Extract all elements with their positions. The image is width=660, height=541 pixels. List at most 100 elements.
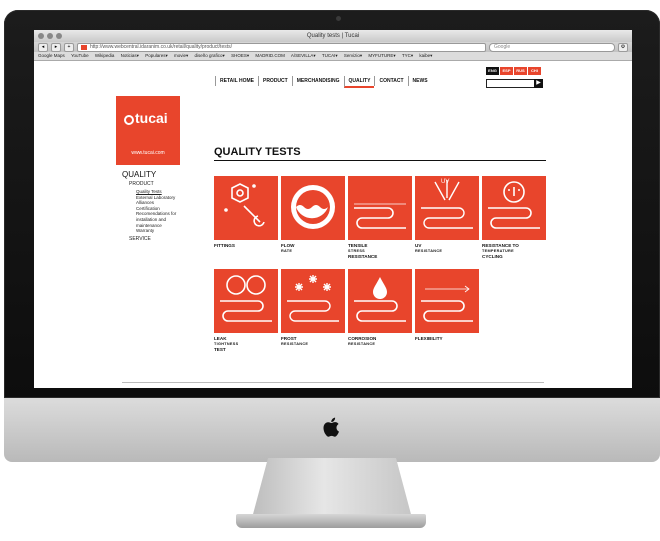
tile-corrosion-resistance[interactable] [348,269,412,333]
tile-fittings[interactable] [214,176,278,240]
tile-subtitle: CYCLING [482,254,503,260]
logo-wordmark: tucai [124,110,168,126]
tensile-stress-icon [354,203,406,229]
monitor-bezel: Quality tests | Tucai ◂ ▸ + http://www.w… [4,10,660,398]
tile-caption: RESISTANCE TO TEMPERATURE CYCLING [482,243,550,260]
site-search-button[interactable]: ▶ [534,79,543,88]
nav-quality[interactable]: QUALITY [343,76,375,88]
uv-resistance-icon [421,180,473,229]
title-divider [214,160,546,161]
logo-url: www.tucai.com [131,150,165,156]
nav-product[interactable]: PRODUCT [257,76,292,86]
window-controls [38,33,62,39]
sidebar-item-warranty[interactable]: Warranty [136,228,192,234]
tile-title: FLEXIBILITY [415,336,443,341]
bookmark-item[interactable]: diseño grafico▾ [195,53,225,58]
nav-news[interactable]: NEWS [407,76,432,86]
title-bar: Quality tests | Tucai [34,30,632,42]
zoom-window-button[interactable] [56,33,62,39]
bookmark-item[interactable]: SHOES▾ [231,53,249,58]
tile-uv-resistance[interactable]: UV [415,176,479,240]
footer-divider [122,382,544,383]
nav-retail-home[interactable]: RETAIL HOME [215,76,258,86]
bookmark-item[interactable]: Wikipedia [95,53,115,58]
page-title: QUALITY TESTS [214,146,301,158]
lang-chi[interactable]: CHI [528,67,541,75]
bookmark-item[interactable]: Populares▾ [145,53,168,58]
tile-subtitle: RESISTANCE [348,254,378,260]
tile-subtitle: RESISTANCE [415,248,443,253]
tile-title: FITTINGS [214,243,235,248]
tile-caption: FLEXIBILITY [415,336,483,342]
apple-logo-icon [323,417,339,437]
bookmark-item[interactable]: Google Maps [38,53,65,58]
back-button[interactable]: ◂ [38,42,48,52]
bookmark-item[interactable]: Servizio▾ [344,53,362,58]
tile-caption: FLOW RATE [281,243,349,254]
frost-resistance-icon [287,275,339,322]
tile-caption: TENSILE STRESS RESISTANCE [348,243,416,260]
close-window-button[interactable] [38,33,44,39]
monitor-stand [252,458,412,518]
web-page: RETAIL HOME PRODUCT MERCHANDISING QUALIT… [34,60,632,388]
tucai-logo[interactable]: tucai www.tucai.com [116,96,180,165]
bookmark-item[interactable]: YouTube [71,53,89,58]
sidebar-section-product[interactable]: PRODUCT [129,181,192,187]
sidebar: QUALITY PRODUCT Quality Tests External L… [122,170,192,242]
settings-gear-icon[interactable]: ⚙ [618,42,628,52]
bookmark-item[interactable]: A/SEVILLA▾ [291,53,316,58]
tile-caption: LEAK TIGHTNESS TEST [214,336,282,353]
tile-frost-resistance[interactable] [281,269,345,333]
tile-caption: UV RESISTANCE [415,243,483,254]
bookmark-item[interactable]: kaibe▾ [419,53,432,58]
minimize-window-button[interactable] [47,33,53,39]
monitor-foot [236,514,426,528]
url-bar[interactable]: http://www.webcentral.idaranim.co.uk/ret… [77,42,486,52]
lang-eng[interactable]: ENG [486,67,499,75]
bookmark-item[interactable]: Noticias▾ [121,53,139,58]
window-title: Quality tests | Tucai [306,33,360,39]
logo-text: tucai [135,110,168,126]
sidebar-title: QUALITY [122,170,157,179]
tile-subtitle: RESISTANCE [348,341,376,346]
nav-merchandising[interactable]: MERCHANDISING [291,76,344,86]
uv-label: UV [441,179,450,185]
leak-tightness-icon [220,275,272,322]
tile-caption: FITTINGS [214,243,282,249]
camera [336,16,341,21]
monitor-chin [4,398,660,462]
bookmark-item[interactable]: TUCAI▾ [322,53,338,58]
search-placeholder: Google [494,43,511,50]
lang-esp[interactable]: ESP [500,67,513,75]
tile-flexibility[interactable] [415,269,479,333]
bookmark-item[interactable]: MYFUTURE▾ [368,53,395,58]
flexibility-icon [421,285,473,322]
sidebar-section-service[interactable]: SERVICE [129,236,192,242]
imac-monitor: Quality tests | Tucai ◂ ▸ + http://www.w… [4,10,660,462]
tile-flow-rate[interactable] [281,176,345,240]
site-nav: RETAIL HOME PRODUCT MERCHANDISING QUALIT… [215,76,432,88]
bookmark-item[interactable]: MADRID.COM [255,53,285,58]
tile-temperature-cycling[interactable] [482,176,546,240]
tile-subtitle: RATE [281,248,293,253]
browser-search-input[interactable]: Google [489,42,615,52]
temperature-cycling-icon [488,181,540,229]
forward-button[interactable]: ▸ [51,42,61,52]
sidebar-list: Quality Tests External Laboratory Allian… [136,189,192,234]
bookmark-item[interactable]: movie▾ [174,53,188,58]
bookmark-item[interactable]: TYC▾ [402,53,413,58]
nav-contact[interactable]: CONTACT [374,76,407,86]
tile-caption: CORROSION RESISTANCE [348,336,416,347]
tile-leak-tightness[interactable] [214,269,278,333]
flow-rate-icon [291,185,335,229]
logo-ring-icon [124,115,134,125]
add-bookmark-button[interactable]: + [64,42,74,52]
lang-rus[interactable]: RUS [514,67,527,75]
favicon-icon [81,44,87,50]
tile-subtitle: RESISTANCE [281,341,309,346]
tile-tensile-stress[interactable] [348,176,412,240]
fittings-icon [224,183,265,227]
url-text: http://www.webcentral.idaranim.co.uk/ret… [90,43,233,50]
tile-subtitle: TEST [214,347,226,353]
tile-caption: FROST RESISTANCE [281,336,349,347]
